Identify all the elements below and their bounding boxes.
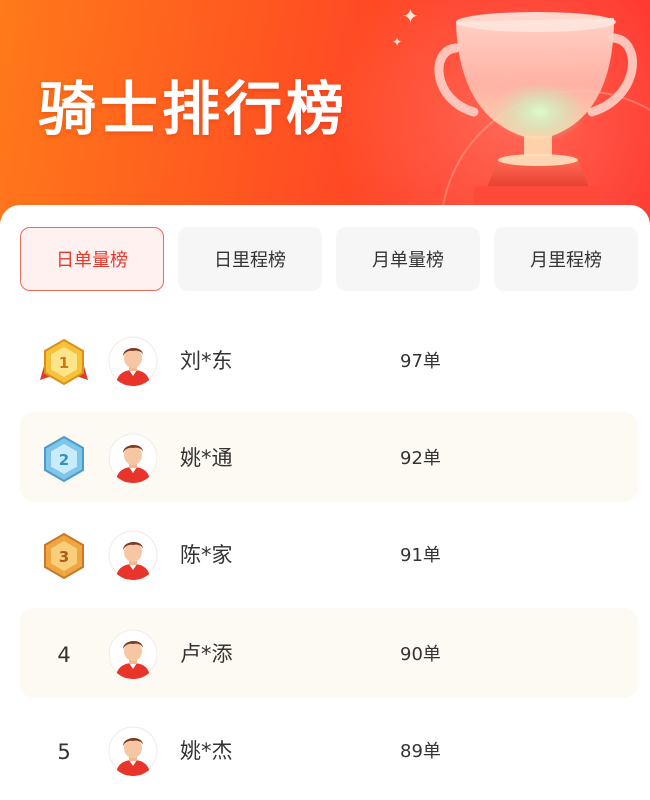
ranking-row[interactable]: 3 陈*家 91单 (20, 509, 638, 599)
svg-text:2: 2 (59, 451, 69, 469)
tab-daily-mileage[interactable]: 日里程榜 (178, 227, 322, 291)
rider-name: 刘*东 (180, 349, 233, 373)
order-count: 97单 (400, 351, 441, 372)
tab-monthly-mileage[interactable]: 月里程榜 (494, 227, 638, 291)
rank-number: 4 (57, 643, 71, 667)
tab-bar: 日单量榜 日里程榜 月单量榜 月里程榜 (20, 227, 640, 291)
ranking-row[interactable]: 1 刘*东 97单 (20, 315, 638, 405)
sparkle-icon: ✦ (402, 4, 419, 28)
rider-name: 姚*杰 (180, 739, 233, 763)
rider-avatar-icon (108, 433, 158, 483)
svg-text:1: 1 (59, 354, 69, 372)
rider-avatar-icon (108, 530, 158, 580)
order-count: 89单 (400, 741, 441, 762)
tab-monthly-orders[interactable]: 月单量榜 (336, 227, 480, 291)
order-count: 91单 (400, 545, 441, 566)
rank-number: 5 (57, 740, 71, 764)
rider-name: 姚*通 (180, 446, 233, 470)
rider-avatar-icon (108, 629, 158, 679)
ranking-row[interactable]: 5 姚*杰 89单 (20, 705, 638, 795)
sparkle-icon: ✦ (392, 35, 403, 49)
order-count: 92单 (400, 448, 441, 469)
tab-daily-orders[interactable]: 日单量榜 (20, 227, 164, 291)
bronze-medal-icon: 3 (38, 530, 90, 582)
rider-name: 陈*家 (180, 543, 233, 567)
ranking-row[interactable]: 4 卢*添 90单 (20, 608, 638, 698)
ranking-row[interactable]: 2 姚*通 92单 (20, 412, 638, 502)
rider-avatar-icon (108, 726, 158, 776)
rider-avatar-icon (108, 336, 158, 386)
silver-medal-icon: 2 (38, 433, 90, 485)
page-title: 骑士排行榜 (38, 75, 349, 143)
rider-name: 卢*添 (180, 642, 233, 666)
trophy-icon (434, 12, 637, 205)
svg-text:3: 3 (59, 548, 69, 566)
order-count: 90单 (400, 644, 441, 665)
gold-medal-icon: 1 (38, 336, 90, 388)
leaderboard-card: 日单量榜 日里程榜 月单量榜 月里程榜 1 刘*东 97单 2 姚*通 92单 … (0, 205, 650, 800)
